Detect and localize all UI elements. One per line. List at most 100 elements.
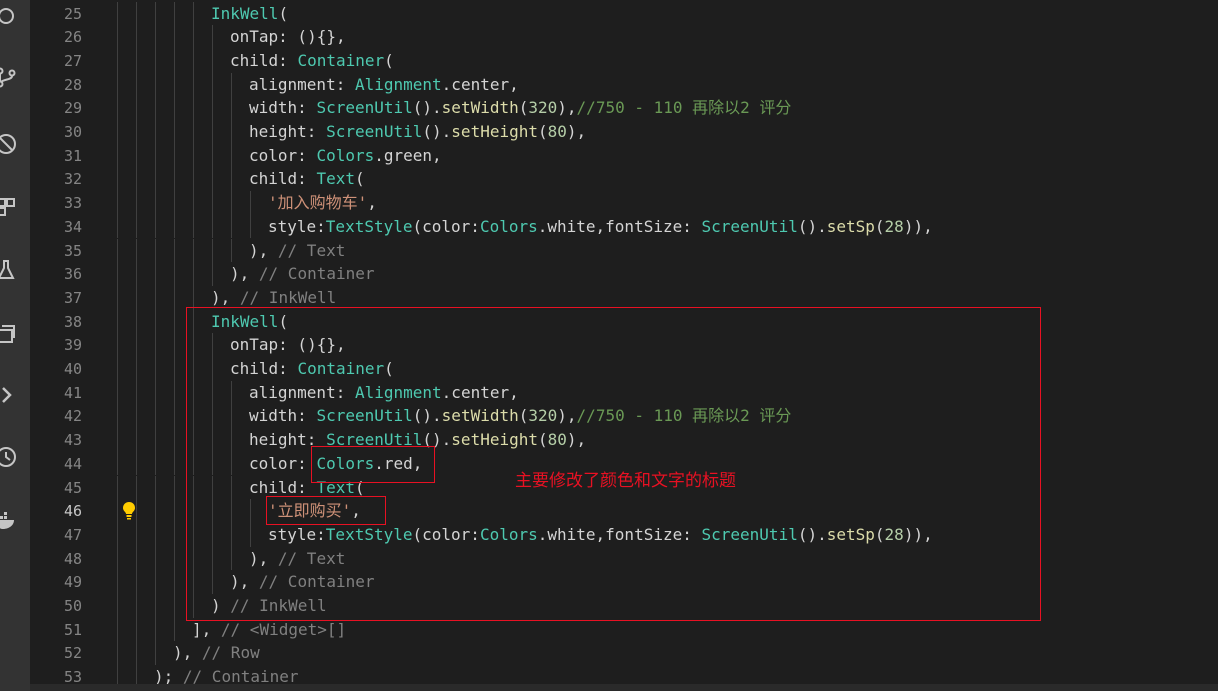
indent-guide [117, 617, 118, 642]
code-line[interactable]: '加入购物车', [268, 191, 377, 215]
horizontal-scrollbar[interactable] [30, 684, 1218, 691]
indent-guide [212, 214, 213, 239]
indent-guide [193, 96, 194, 120]
indent-guide [155, 570, 156, 594]
code-line[interactable]: ), // Container [230, 262, 375, 286]
indent-guide [136, 404, 137, 429]
indent-guide [212, 96, 213, 120]
indent-guide [174, 262, 175, 286]
code-line[interactable]: child: Text( [249, 167, 365, 191]
no-bug-icon[interactable] [0, 132, 18, 156]
indent-guide [212, 167, 213, 192]
extensions-icon[interactable] [0, 195, 18, 219]
indent-guide [136, 262, 137, 286]
indent-guide [212, 143, 213, 168]
indent-guide [117, 191, 118, 215]
indent-guide [155, 25, 156, 49]
indent-guide [193, 72, 194, 97]
indent-guide [155, 641, 156, 666]
indent-guide [174, 617, 175, 642]
indent-guide [117, 546, 118, 571]
indent-guide [136, 25, 137, 49]
indent-guide [136, 499, 137, 523]
indent-guide [174, 380, 175, 405]
indent-guide [155, 309, 156, 334]
indent-guide [155, 191, 156, 215]
indent-guide [155, 48, 156, 73]
indent-guide [136, 120, 137, 144]
indent-guide [136, 1, 137, 26]
code-line[interactable]: color: Colors.green, [249, 144, 442, 168]
code-line[interactable]: onTap: (){}, [230, 25, 346, 49]
indent-guide [155, 214, 156, 239]
indent-guide [155, 451, 156, 476]
code-line[interactable]: ], // <Widget>[] [192, 618, 346, 642]
docker-icon[interactable] [0, 508, 18, 532]
indent-guide [174, 96, 175, 120]
code-line[interactable]: ), // Text [249, 239, 345, 263]
indent-guide [117, 665, 118, 684]
indent-guide [155, 380, 156, 405]
indent-guide [174, 333, 175, 357]
layers-icon[interactable] [0, 322, 18, 346]
indent-guide [155, 285, 156, 310]
indent-guide [174, 238, 175, 263]
indent-guide [231, 72, 232, 97]
code-line[interactable]: width: ScreenUtil().setWidth(320),//750 … [249, 96, 791, 120]
timeline-icon[interactable] [0, 445, 18, 469]
annotation-note: 主要修改了颜色和文字的标题 [515, 471, 736, 491]
code-line[interactable]: child: Container( [230, 49, 394, 73]
test-flask-icon[interactable] [0, 258, 18, 282]
annotation-box-color [311, 446, 435, 483]
indent-guide [155, 594, 156, 618]
indent-guide [117, 380, 118, 405]
indent-guide [193, 214, 194, 239]
indent-guide [193, 48, 194, 73]
indent-guide [174, 546, 175, 571]
indent-guide [117, 238, 118, 263]
code-line[interactable]: ), // Row [173, 641, 260, 665]
git-graph-icon[interactable] [0, 65, 18, 89]
indent-guide [136, 214, 137, 239]
indent-guide [136, 641, 137, 666]
indent-guide [174, 167, 175, 192]
indent-guide [136, 617, 137, 642]
indent-guide [174, 404, 175, 429]
indent-guide [136, 380, 137, 405]
indent-guide [231, 214, 232, 239]
indent-guide [231, 191, 232, 215]
indent-guide [212, 191, 213, 215]
code-line[interactable]: height: ScreenUtil().setHeight(80), [249, 120, 586, 144]
code-line[interactable]: style:TextStyle(color:Colors.white,fontS… [268, 215, 933, 239]
indent-guide [155, 238, 156, 263]
source-control-icon[interactable] [0, 4, 18, 28]
indent-guide [193, 262, 194, 286]
indent-guide [155, 262, 156, 286]
indent-guide [136, 48, 137, 73]
indent-guide [136, 357, 137, 381]
code-line[interactable]: alignment: Alignment.center, [249, 73, 519, 97]
indent-guide [193, 25, 194, 49]
indent-guide [136, 665, 137, 684]
indent-guide [174, 1, 175, 26]
code-line[interactable]: InkWell( [211, 2, 288, 26]
indent-guide [250, 191, 251, 215]
indent-guide [231, 96, 232, 120]
indent-guide [117, 570, 118, 594]
chevron-right-icon[interactable] [0, 383, 18, 407]
code-line[interactable]: ); // Container [154, 665, 299, 684]
indent-guide [117, 25, 118, 49]
lightbulb-icon[interactable] [122, 501, 136, 521]
indent-guide [136, 594, 137, 618]
indent-guide [136, 191, 137, 215]
indent-guide [174, 309, 175, 334]
indent-guide [117, 262, 118, 286]
indent-guide [136, 475, 137, 500]
indent-guide [174, 214, 175, 239]
indent-guide [174, 475, 175, 500]
indent-guide [155, 546, 156, 571]
indent-guide [117, 451, 118, 476]
indent-guide [136, 546, 137, 571]
indent-guide [212, 25, 213, 49]
indent-guide [174, 48, 175, 73]
